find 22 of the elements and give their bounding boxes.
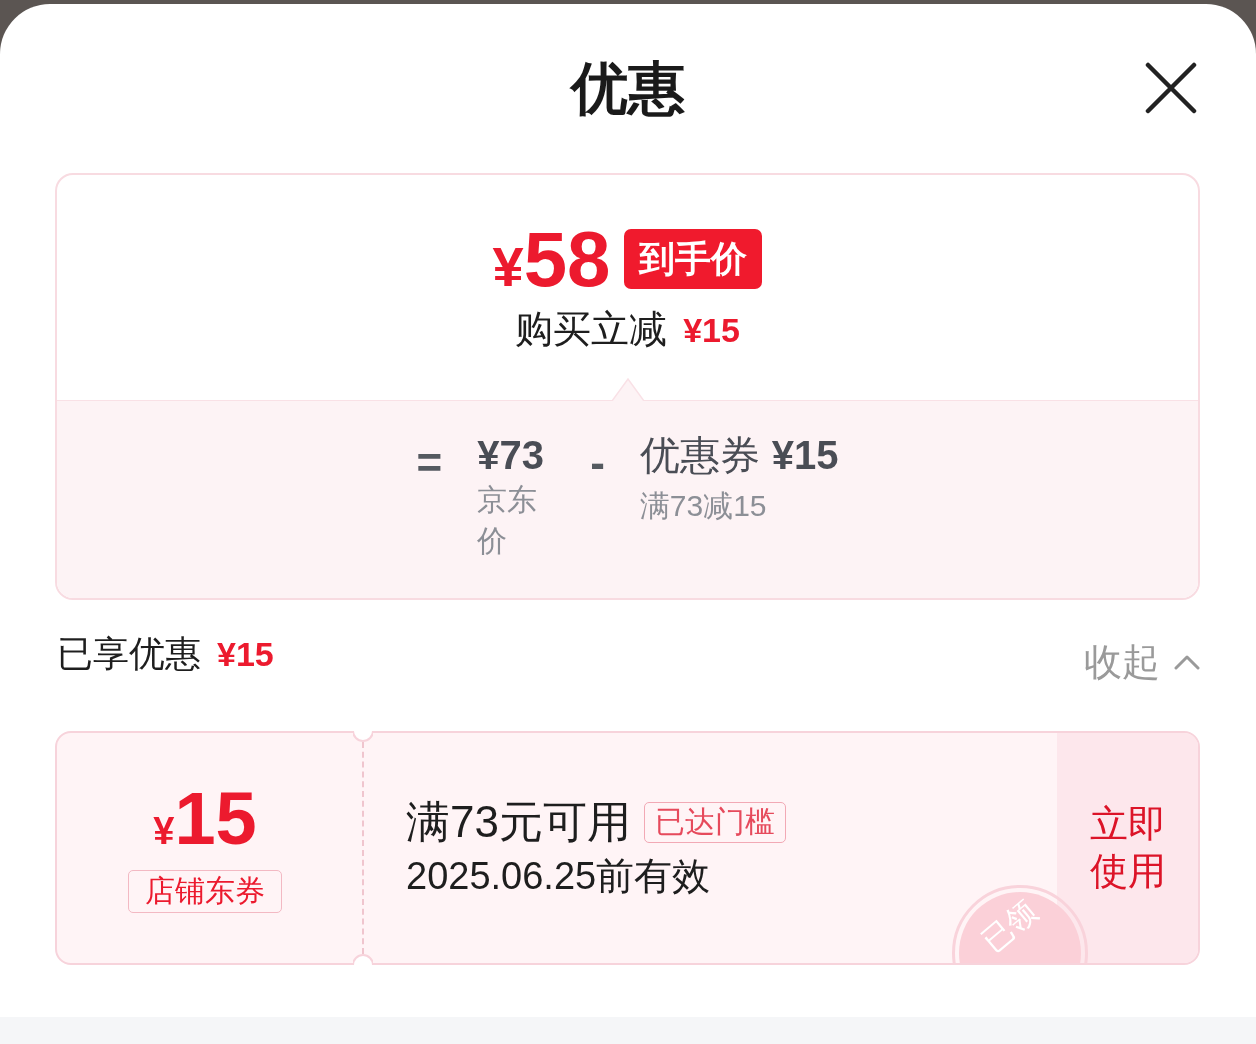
savings-amount: ¥15 [217, 635, 274, 674]
coupon-discount: ¥15 [771, 432, 839, 479]
minus-sign: - [590, 439, 605, 487]
coupon-value: ¥15 [153, 783, 257, 855]
equals-sign: = [416, 439, 443, 487]
collapse-toggle[interactable]: 收起 [1084, 640, 1200, 684]
instant-discount-label: 购买立减 [515, 307, 668, 352]
instant-discount-amount: ¥15 [683, 311, 740, 350]
coupon-rule: 满73减15 [639, 488, 767, 524]
threshold-tag: 已达门槛 [643, 801, 786, 843]
final-price: ¥58 [492, 219, 611, 299]
close-icon[interactable] [1145, 62, 1197, 114]
base-price: ¥73 [477, 432, 544, 479]
base-price-label: 京东价 [477, 482, 539, 559]
coupon-type-tag: 店铺东券 [128, 870, 282, 913]
sheet-title: 优惠 [571, 60, 685, 116]
coupon-condition: 满73元可用 [406, 796, 631, 848]
final-price-badge: 到手价 [624, 229, 763, 289]
coupon-validity: 2025.06.25前有效 [406, 854, 711, 899]
use-now-button[interactable]: 立即使用 [1057, 733, 1198, 963]
coupon-label: 优惠券 [639, 432, 760, 479]
savings-label: 已享优惠 [57, 632, 201, 676]
